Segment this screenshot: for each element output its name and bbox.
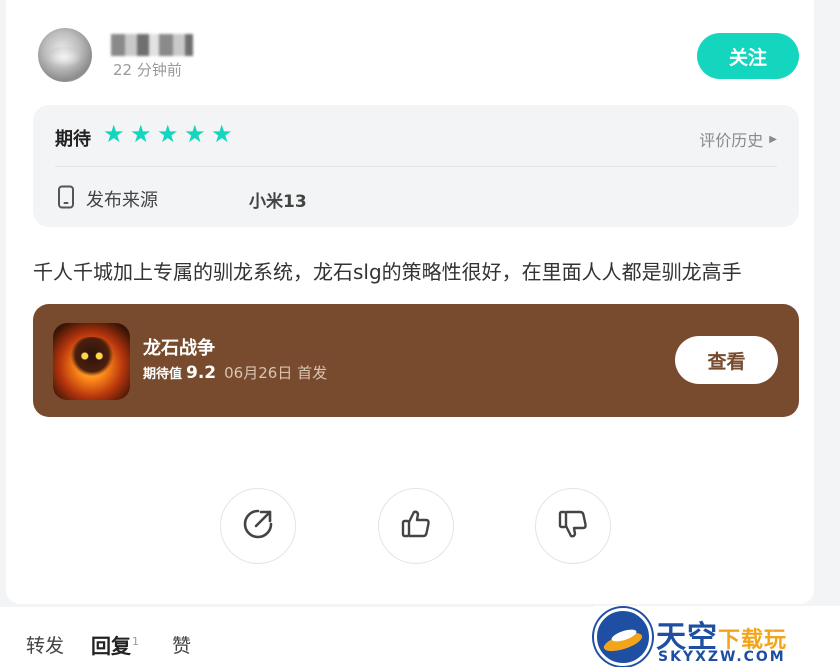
game-name[interactable]: 龙石战争 xyxy=(143,334,215,360)
tab-reply-label: 回复 xyxy=(91,634,131,658)
rating-history-label: 评价历史 xyxy=(699,131,764,150)
post-time: 22 分钟前 xyxy=(113,61,182,79)
source-device: 小米13 xyxy=(249,192,307,212)
rating-label: 期待 xyxy=(55,129,91,150)
triangle-right-icon: ▶ xyxy=(769,133,777,145)
follow-button[interactable]: 关注 xyxy=(697,33,799,79)
share-icon xyxy=(241,507,275,545)
divider xyxy=(55,166,777,167)
view-button[interactable]: 查看 xyxy=(675,336,778,384)
expect-label: 期待值 xyxy=(143,367,183,382)
expect-score: 9.2 xyxy=(186,363,217,383)
game-icon[interactable] xyxy=(53,323,130,400)
thumbs-down-icon xyxy=(556,507,590,545)
watermark-domain: SKYXZW.COM xyxy=(658,649,786,665)
tab-like[interactable]: 赞 xyxy=(172,631,191,658)
star-rating: ★ ★ ★ ★ ★ xyxy=(103,122,235,146)
star-icon: ★ xyxy=(184,120,206,148)
share-button[interactable] xyxy=(220,488,296,564)
reply-count: 1 xyxy=(132,635,139,649)
star-icon: ★ xyxy=(157,120,179,148)
review-card: 22 分钟前 关注 期待 ★ ★ ★ ★ ★ 评价历史 ▶ 发布来源 小米13 … xyxy=(6,0,814,604)
source-label: 发布来源 xyxy=(86,190,158,211)
game-card[interactable]: 龙石战争 期待值 9.2 06月26日 首发 查看 xyxy=(33,304,799,417)
phone-icon xyxy=(57,185,75,213)
star-icon: ★ xyxy=(211,120,233,148)
game-meta: 期待值 9.2 06月26日 首发 xyxy=(143,362,327,383)
avatar[interactable] xyxy=(38,28,92,82)
rating-box: 期待 ★ ★ ★ ★ ★ 评价历史 ▶ 发布来源 小米13 xyxy=(33,105,799,227)
like-button[interactable] xyxy=(378,488,454,564)
username-blurred[interactable] xyxy=(111,34,193,56)
star-icon: ★ xyxy=(103,120,125,148)
thumbs-up-icon xyxy=(399,507,433,545)
rating-history-link[interactable]: 评价历史 ▶ xyxy=(699,127,777,151)
tab-reply[interactable]: 回复1 xyxy=(91,630,139,659)
star-icon: ★ xyxy=(130,120,152,148)
site-watermark: 天空 下载玩 SKYXZW.COM xyxy=(594,606,840,667)
tab-repost[interactable]: 转发 xyxy=(26,631,64,658)
watermark-logo-icon xyxy=(594,608,652,666)
release-info: 06月26日 首发 xyxy=(224,364,328,382)
review-text: 千人千城加上专属的驯龙系统，龙石slg的策略性很好，在里面人人都是驯龙高手 xyxy=(33,260,742,284)
dislike-button[interactable] xyxy=(535,488,611,564)
